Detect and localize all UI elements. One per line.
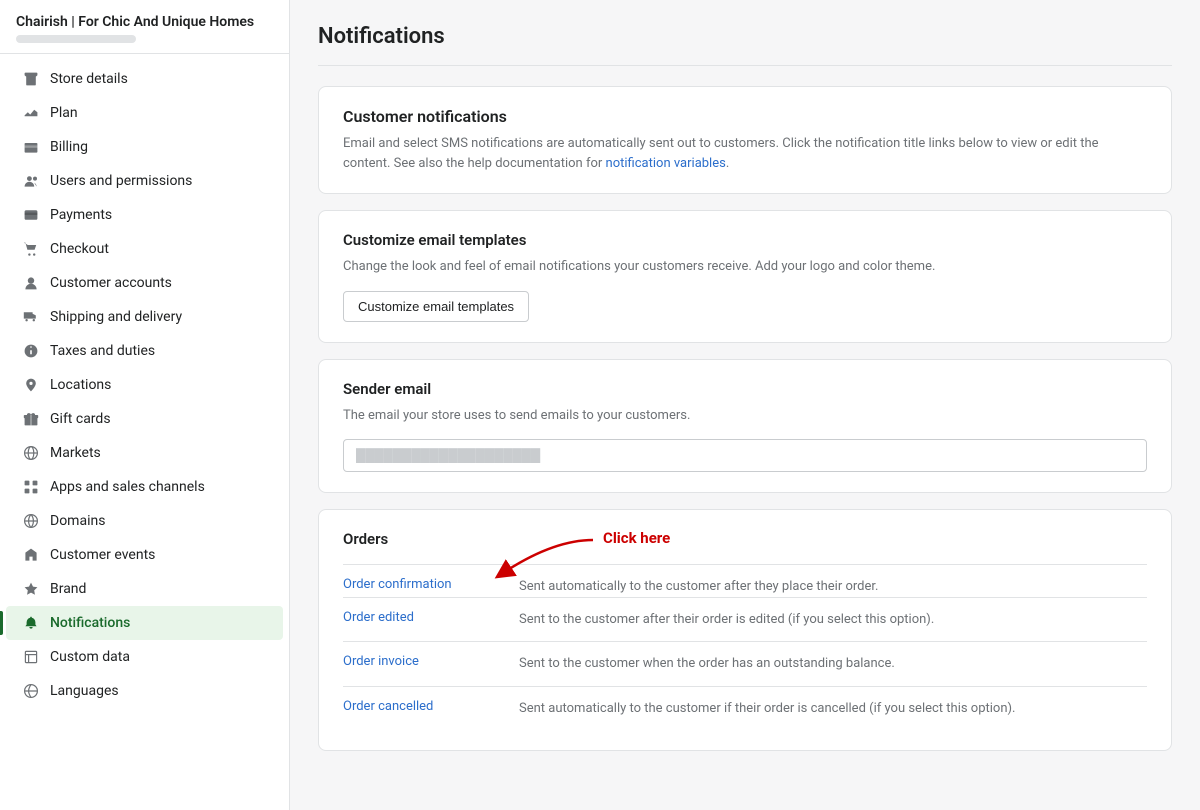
sidebar-item-taxes-duties[interactable]: Taxes and duties — [6, 334, 283, 368]
domains-icon — [22, 512, 40, 530]
sidebar-item-apps-sales[interactable]: Apps and sales channels — [6, 470, 283, 504]
customize-templates-desc: Change the look and feel of email notifi… — [343, 257, 1147, 277]
plan-icon — [22, 104, 40, 122]
sidebar-item-label: Checkout — [50, 241, 109, 257]
order-row-order-invoice: Order invoice Sent to the customer when t… — [343, 641, 1147, 686]
sidebar-item-label: Customer events — [50, 547, 155, 563]
sidebar-item-checkout[interactable]: Checkout — [6, 232, 283, 266]
custom-data-icon — [22, 648, 40, 666]
sidebar-item-label: Shipping and delivery — [50, 309, 182, 325]
sender-email-title: Sender email — [343, 380, 1147, 398]
languages-icon — [22, 682, 40, 700]
sidebar-item-label: Markets — [50, 445, 101, 461]
shipping-delivery-icon — [22, 308, 40, 326]
store-subtitle-bar — [16, 35, 136, 43]
sidebar-item-languages[interactable]: Languages — [6, 674, 283, 708]
sidebar-item-label: Taxes and duties — [50, 343, 155, 359]
sidebar-item-label: Domains — [50, 513, 105, 529]
order-desc-order-edited: Sent to the customer after their order i… — [519, 610, 934, 630]
sidebar-item-notifications[interactable]: Notifications — [6, 606, 283, 640]
sender-email-desc: The email your store uses to send emails… — [343, 406, 1147, 426]
notifications-icon — [22, 614, 40, 632]
users-permissions-icon — [22, 172, 40, 190]
checkout-icon — [22, 240, 40, 258]
click-here-annotation: Click here — [603, 529, 670, 547]
sidebar-item-customer-accounts[interactable]: Customer accounts — [6, 266, 283, 300]
customer-notifications-section: Customer notifications Email and select … — [318, 86, 1172, 194]
sidebar-item-plan[interactable]: Plan — [6, 96, 283, 130]
order-link-order-edited[interactable]: Order edited — [343, 610, 503, 625]
sidebar-item-label: Gift cards — [50, 411, 111, 427]
orders-list: Click hereOrder confirmationSent automat… — [343, 564, 1147, 730]
sidebar-nav: Store details Plan Billing Users and per… — [0, 54, 289, 716]
store-name: Chairish | For Chic And Unique Homes — [16, 14, 273, 30]
sidebar-item-label: Notifications — [50, 615, 130, 631]
markets-icon — [22, 444, 40, 462]
order-desc-order-invoice: Sent to the customer when the order has … — [519, 654, 895, 674]
sender-email-input[interactable] — [343, 439, 1147, 472]
page-title: Notifications — [318, 24, 1172, 49]
sidebar-item-label: Store details — [50, 71, 128, 87]
orders-section-title: Orders — [343, 530, 1147, 548]
brand-icon — [22, 580, 40, 598]
sidebar-item-label: Apps and sales channels — [50, 479, 205, 495]
sidebar-item-gift-cards[interactable]: Gift cards — [6, 402, 283, 436]
sidebar-item-label: Users and permissions — [50, 173, 192, 189]
customer-events-icon — [22, 546, 40, 564]
sidebar-item-billing[interactable]: Billing — [6, 130, 283, 164]
sidebar-item-label: Locations — [50, 377, 111, 393]
taxes-duties-icon — [22, 342, 40, 360]
sidebar-item-payments[interactable]: Payments — [6, 198, 283, 232]
customer-notifications-title: Customer notifications — [343, 107, 1147, 126]
sidebar-item-users-permissions[interactable]: Users and permissions — [6, 164, 283, 198]
sidebar-item-label: Brand — [50, 581, 86, 597]
order-row-order-cancelled: Order cancelled Sent automatically to the… — [343, 686, 1147, 731]
sidebar: Chairish | For Chic And Unique Homes Sto… — [0, 0, 290, 810]
order-link-order-invoice[interactable]: Order invoice — [343, 654, 503, 669]
customize-email-templates-button[interactable]: Customize email templates — [343, 291, 529, 322]
sidebar-item-label: Custom data — [50, 649, 130, 665]
sidebar-item-markets[interactable]: Markets — [6, 436, 283, 470]
main-content: Notifications Customer notifications Ema… — [290, 0, 1200, 810]
sidebar-item-custom-data[interactable]: Custom data — [6, 640, 283, 674]
sidebar-item-label: Payments — [50, 207, 112, 223]
customize-templates-title: Customize email templates — [343, 231, 1147, 249]
sidebar-item-shipping-delivery[interactable]: Shipping and delivery — [6, 300, 283, 334]
sidebar-header: Chairish | For Chic And Unique Homes — [0, 0, 289, 54]
sidebar-item-label: Billing — [50, 139, 88, 155]
sidebar-item-locations[interactable]: Locations — [6, 368, 283, 402]
payments-icon — [22, 206, 40, 224]
order-link-order-confirmation[interactable]: Order confirmation — [343, 577, 503, 592]
order-desc-order-confirmation: Sent automatically to the customer after… — [519, 577, 878, 597]
locations-icon — [22, 376, 40, 394]
title-divider — [318, 65, 1172, 66]
sidebar-item-store-details[interactable]: Store details — [6, 62, 283, 96]
customize-templates-card: Customize email templates Change the loo… — [318, 210, 1172, 343]
billing-icon — [22, 138, 40, 156]
order-link-order-cancelled[interactable]: Order cancelled — [343, 699, 503, 714]
customer-notifications-desc: Email and select SMS notifications are a… — [343, 134, 1147, 173]
sidebar-item-label: Languages — [50, 683, 119, 699]
apps-sales-icon — [22, 478, 40, 496]
sender-email-card: Sender email The email your store uses t… — [318, 359, 1172, 494]
sidebar-item-label: Customer accounts — [50, 275, 172, 291]
order-desc-order-cancelled: Sent automatically to the customer if th… — [519, 699, 1015, 719]
order-row-order-edited: Order edited Sent to the customer after t… — [343, 597, 1147, 642]
sidebar-item-label: Plan — [50, 105, 78, 121]
sidebar-item-brand[interactable]: Brand — [6, 572, 283, 606]
gift-cards-icon — [22, 410, 40, 428]
orders-card: Orders Click hereOrder confirmationSent … — [318, 509, 1172, 751]
sidebar-item-domains[interactable]: Domains — [6, 504, 283, 538]
store-details-icon — [22, 70, 40, 88]
notification-variables-link[interactable]: notification variables — [606, 156, 726, 171]
sidebar-item-customer-events[interactable]: Customer events — [6, 538, 283, 572]
customer-accounts-icon — [22, 274, 40, 292]
